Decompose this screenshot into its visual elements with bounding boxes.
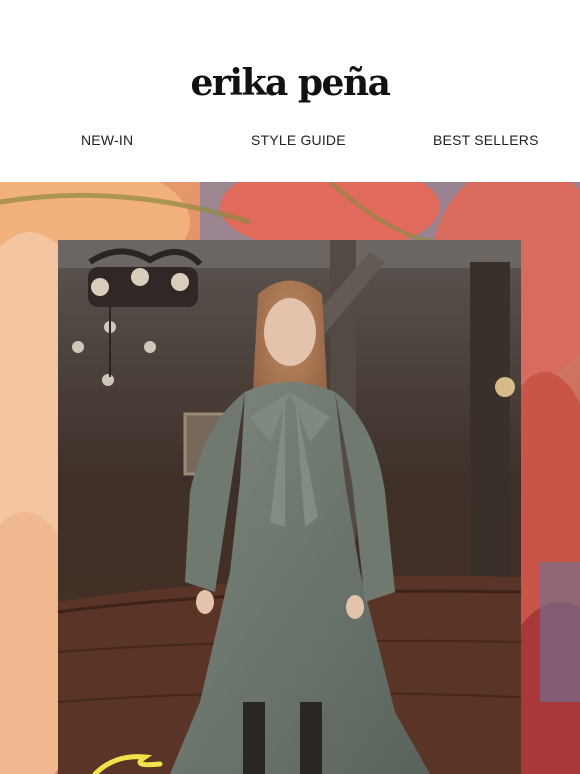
nav-style-guide[interactable]: STYLE GUIDE: [251, 132, 346, 148]
nav-best-sellers[interactable]: BEST SELLERS: [433, 132, 539, 148]
hero-illustration: [0, 182, 580, 774]
email-header: erika peña NEW-IN STYLE GUIDE BEST SELLE…: [0, 0, 580, 182]
brand-logo[interactable]: erika peña: [0, 62, 580, 104]
hero-banner[interactable]: [0, 182, 580, 774]
model-photo: [57, 240, 522, 774]
nav-new-in[interactable]: NEW-IN: [81, 132, 133, 148]
